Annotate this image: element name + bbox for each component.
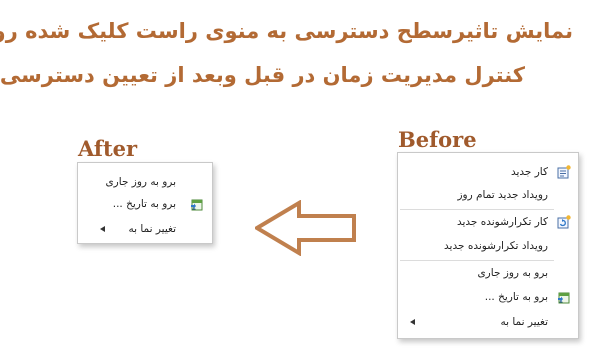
menu-item-label: تغییر نما به	[128, 223, 176, 235]
before-context-menu: کار جدید رویداد جدید تمام روز کار تکرارش…	[397, 152, 579, 339]
headline-line-2: کنترل مدیریت زمان در قبل وبعد از تعیین د…	[0, 63, 525, 87]
new-task-icon	[557, 165, 571, 179]
menu-item-label: برو به روز جاری	[477, 267, 548, 279]
menu-item-new-recurring-task[interactable]: کار تکرارشونده جدید	[398, 211, 578, 233]
menu-item-new-task[interactable]: کار جدید	[398, 161, 578, 183]
menu-item-label: برو به تاریخ ...	[484, 291, 548, 303]
calendar-goto-icon: 1	[190, 197, 204, 212]
headline-line-1: نمایش تاثیرسطح دسترسی به منوی راست کلیک …	[0, 19, 573, 43]
svg-text:1: 1	[558, 297, 563, 305]
after-context-menu: برو به روز جاری 1 برو به تاریخ ... تغییر…	[77, 162, 213, 244]
menu-item-go-to-date[interactable]: 1 برو به تاریخ ...	[398, 286, 578, 308]
menu-item-label: رویداد جدید تمام روز	[457, 189, 548, 201]
menu-item-label: تغییر نما به	[500, 316, 548, 328]
menu-item-label: برو به تاریخ ...	[112, 198, 176, 210]
menu-item-label: رویداد تکرارشونده جدید	[444, 240, 548, 252]
menu-item-label: کار تکرارشونده جدید	[456, 216, 548, 228]
menu-separator	[400, 260, 554, 261]
menu-item-new-recurring-event[interactable]: رویداد تکرارشونده جدید	[398, 235, 578, 257]
recurring-task-icon	[557, 215, 571, 229]
menu-item-go-to-today[interactable]: برو به روز جاری	[398, 262, 578, 284]
submenu-arrow-icon	[100, 226, 105, 232]
menu-item-go-to-date[interactable]: 1 برو به تاریخ ...	[78, 193, 212, 215]
menu-item-change-view[interactable]: تغییر نما به	[398, 311, 578, 333]
submenu-arrow-icon	[410, 319, 415, 325]
menu-item-label: کار جدید	[510, 166, 548, 178]
svg-text:1: 1	[191, 204, 196, 212]
menu-item-new-all-day-event[interactable]: رویداد جدید تمام روز	[398, 184, 578, 206]
menu-item-go-to-today[interactable]: برو به روز جاری	[78, 171, 212, 193]
before-label: Before	[398, 127, 477, 152]
menu-separator	[400, 209, 554, 210]
left-arrow-icon	[255, 200, 356, 256]
after-label: After	[78, 136, 138, 161]
calendar-goto-icon: 1	[557, 290, 571, 305]
menu-item-change-view[interactable]: تغییر نما به	[78, 218, 212, 240]
menu-item-label: برو به روز جاری	[105, 176, 176, 188]
